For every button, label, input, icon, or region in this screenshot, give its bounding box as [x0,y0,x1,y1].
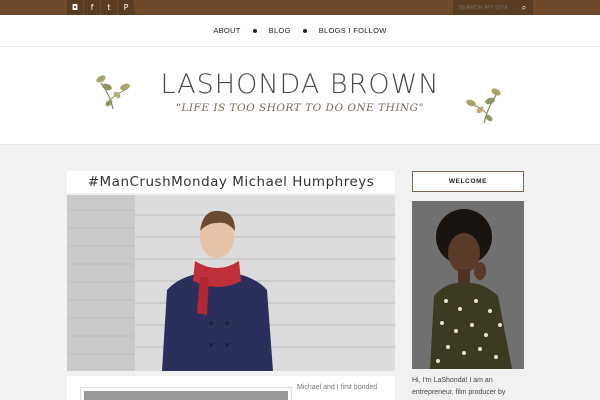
nav-separator [302,28,307,33]
botanical-left-icon [96,75,130,110]
instagram-icon[interactable]: ◘ [67,0,83,15]
sidebar-welcome-heading: WELCOME [412,171,524,192]
botanical-right-icon [466,88,501,124]
social-links: ◘ f t P [67,0,135,15]
search-input[interactable] [453,0,515,15]
nav-item-blog[interactable]: BLOG [269,26,291,35]
twitter-icon[interactable]: t [101,0,117,15]
site-header: LASHONDA BROWN "LIFE IS TOO SHORT TO DO … [0,47,600,145]
facebook-icon[interactable]: f [84,0,100,15]
nav-item-blogs-i-follow[interactable]: BLOGS I FOLLOW [319,26,387,35]
post-inline-image[interactable] [80,387,292,400]
search-box: ⌕ [453,0,533,15]
main-nav: ABOUT BLOG BLOGS I FOLLOW [0,15,600,47]
sidebar-bio: Hi, I'm LaShonda! I am an entrepreneur, … [412,377,506,396]
search-icon[interactable]: ⌕ [515,0,533,15]
top-bar: ◘ f t P ⌕ [0,0,600,15]
profile-photo [412,201,524,369]
nav-item-about[interactable]: ABOUT [213,26,240,35]
post-excerpt: Michael and I first bonded [297,384,378,391]
pinterest-icon[interactable]: P [118,0,134,15]
post-title[interactable]: #ManCrushMonday Michael Humphreys [67,171,395,193]
site-title[interactable]: LASHONDA BROWN [150,69,450,100]
nav-separator [252,28,257,33]
post-body: Michael and I first bonded [67,376,395,400]
post-featured-image[interactable] [67,195,395,371]
site-tagline: "LIFE IS TOO SHORT TO DO ONE THING" [176,102,424,114]
